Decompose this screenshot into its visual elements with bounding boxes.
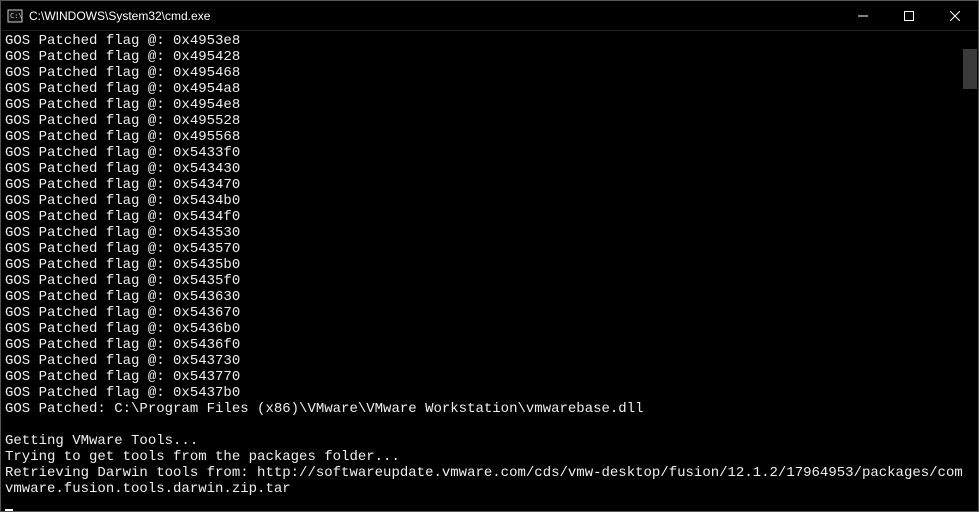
terminal-line: GOS Patched flag @: 0x5436b0 bbox=[5, 321, 974, 337]
terminal-cursor-line bbox=[5, 497, 974, 511]
terminal-line: GOS Patched flag @: 0x4953e8 bbox=[5, 33, 974, 49]
titlebar[interactable]: C:\ C:\WINDOWS\System32\cmd.exe bbox=[1, 1, 978, 31]
terminal-line: GOS Patched flag @: 0x495568 bbox=[5, 129, 974, 145]
terminal-line: GOS Patched flag @: 0x4954a8 bbox=[5, 81, 974, 97]
terminal-line: Retrieving Darwin tools from: http://sof… bbox=[5, 465, 974, 497]
terminal-line: GOS Patched flag @: 0x543530 bbox=[5, 225, 974, 241]
terminal-line: GOS Patched flag @: 0x5434f0 bbox=[5, 209, 974, 225]
terminal-line: GOS Patched flag @: 0x5434b0 bbox=[5, 193, 974, 209]
maximize-button[interactable] bbox=[886, 1, 932, 30]
close-button[interactable] bbox=[932, 1, 978, 30]
scrollbar-thumb[interactable] bbox=[963, 49, 977, 89]
terminal-line: GOS Patched flag @: 0x543770 bbox=[5, 369, 974, 385]
terminal-line: GOS Patched flag @: 0x543570 bbox=[5, 241, 974, 257]
terminal-area: GOS Patched flag @: 0x4953e8GOS Patched … bbox=[1, 31, 978, 511]
cursor bbox=[5, 509, 13, 511]
terminal-line: GOS Patched: C:\Program Files (x86)\VMwa… bbox=[5, 401, 974, 417]
terminal-line: GOS Patched flag @: 0x543670 bbox=[5, 305, 974, 321]
terminal-line: GOS Patched flag @: 0x495528 bbox=[5, 113, 974, 129]
window-controls bbox=[840, 1, 978, 30]
terminal-line: GOS Patched flag @: 0x4954e8 bbox=[5, 97, 974, 113]
minimize-button[interactable] bbox=[840, 1, 886, 30]
terminal-line: GOS Patched flag @: 0x543470 bbox=[5, 177, 974, 193]
terminal-line: GOS Patched flag @: 0x5435f0 bbox=[5, 273, 974, 289]
terminal-line: GOS Patched flag @: 0x543730 bbox=[5, 353, 974, 369]
terminal-line: GOS Patched flag @: 0x5435b0 bbox=[5, 257, 974, 273]
terminal-output[interactable]: GOS Patched flag @: 0x4953e8GOS Patched … bbox=[1, 31, 978, 511]
scrollbar[interactable] bbox=[962, 31, 978, 511]
terminal-line: Getting VMware Tools... bbox=[5, 433, 974, 449]
terminal-line: GOS Patched flag @: 0x543430 bbox=[5, 161, 974, 177]
terminal-line: GOS Patched flag @: 0x495468 bbox=[5, 65, 974, 81]
terminal-line: GOS Patched flag @: 0x5436f0 bbox=[5, 337, 974, 353]
window-title: C:\WINDOWS\System32\cmd.exe bbox=[29, 9, 840, 23]
terminal-line: GOS Patched flag @: 0x5437b0 bbox=[5, 385, 974, 401]
terminal-line: GOS Patched flag @: 0x495428 bbox=[5, 49, 974, 65]
cmd-icon: C:\ bbox=[7, 8, 23, 24]
terminal-line: GOS Patched flag @: 0x543630 bbox=[5, 289, 974, 305]
terminal-line bbox=[5, 417, 974, 433]
svg-text:C:\: C:\ bbox=[10, 12, 23, 20]
terminal-line: GOS Patched flag @: 0x5433f0 bbox=[5, 145, 974, 161]
terminal-line: Trying to get tools from the packages fo… bbox=[5, 449, 974, 465]
